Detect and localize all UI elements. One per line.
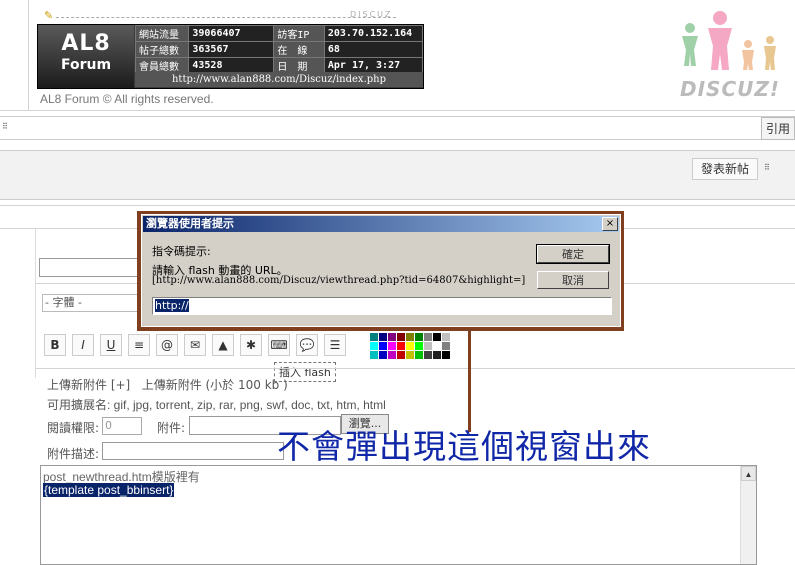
stat-value: 39066407 (188, 25, 275, 42)
read-permission-input[interactable]: 0 (102, 417, 142, 435)
color-swatch[interactable] (424, 342, 432, 350)
divider (56, 17, 396, 18)
list-button[interactable]: ☰ (324, 334, 346, 356)
attachment-label: 附件: (157, 421, 186, 435)
quote-button[interactable]: 引用 (760, 117, 795, 140)
email-button[interactable]: ✉ (184, 334, 206, 356)
color-swatch[interactable] (415, 342, 423, 350)
color-swatch[interactable] (379, 333, 387, 341)
color-swatch[interactable] (433, 342, 441, 350)
color-swatch[interactable] (397, 333, 405, 341)
prompt-source: [http://www.alan888.com/Discuz/viewthrea… (152, 275, 526, 286)
stats-row: 網站流量 39066407 訪客IP 203.70.152.164 (134, 25, 424, 42)
pencil-icon: ✎ (44, 9, 54, 22)
message-line-selected: {template post_bbinsert} (43, 483, 175, 497)
color-swatch[interactable] (442, 342, 450, 350)
quote-insert-button[interactable]: 💬 (296, 334, 318, 356)
divider (0, 110, 795, 111)
dialog-title: 瀏覽器使用者提示 (143, 216, 619, 232)
annotation-arrow (468, 327, 471, 432)
extensions-text: 可用擴展名: gif, jpg, torrent, zip, rar, png,… (47, 398, 386, 412)
scroll-up-icon[interactable]: ▲ (741, 466, 756, 481)
attachment-desc-input[interactable] (102, 442, 284, 460)
thread-bar (0, 116, 795, 140)
divider (28, 0, 29, 110)
color-swatch[interactable] (442, 351, 450, 359)
color-swatch[interactable] (379, 342, 387, 350)
color-swatch[interactable] (415, 333, 423, 341)
cancel-button[interactable]: 取消 (537, 271, 609, 289)
subject-input[interactable] (39, 258, 141, 277)
stat-value: 68 (323, 41, 424, 58)
color-swatch[interactable] (433, 351, 441, 359)
color-swatch[interactable] (424, 351, 432, 359)
color-swatch[interactable] (442, 333, 450, 341)
new-post-button[interactable]: 發表新帖 (692, 158, 758, 180)
divider (35, 368, 795, 369)
prompt-heading: 指令碼提示: (152, 245, 211, 258)
stats-row: 帖子總數 363567 在 線 68 (134, 41, 424, 58)
attachment-desc-label: 附件描述: (47, 447, 100, 461)
read-permission-label: 閱讀權限: (47, 421, 100, 435)
discuz-logo-text: DISCUZ! (680, 77, 780, 101)
flash-button[interactable]: ✱ (240, 334, 262, 356)
color-swatch[interactable] (388, 342, 396, 350)
color-swatch[interactable] (379, 351, 387, 359)
upload-hint: 上傳新附件 (小於 100 kb ) (141, 378, 288, 392)
banner-url[interactable]: http://www.alan888.com/Discuz/index.php (135, 72, 423, 87)
copyright-text: AL8 Forum © All rights reserved. (40, 92, 214, 106)
stat-label: 在 線 (273, 41, 325, 58)
annotation-caption: 不會彈出現這個視窗出來 (277, 427, 651, 466)
scrollbar[interactable]: ▲ (740, 466, 756, 564)
color-swatch[interactable] (370, 342, 378, 350)
align-button[interactable]: ≡ (128, 334, 150, 356)
link-button[interactable]: @ (156, 334, 178, 356)
url-input-value: http:// (155, 299, 189, 312)
color-swatch[interactable] (406, 333, 414, 341)
color-swatch[interactable] (388, 351, 396, 359)
stats-table: 網站流量 39066407 訪客IP 203.70.152.164 帖子總數 3… (134, 25, 424, 74)
italic-button[interactable]: I (72, 334, 94, 356)
underline-button[interactable]: U (100, 334, 122, 356)
url-input[interactable]: http:// (152, 297, 612, 315)
message-textarea[interactable]: post_newthread.htm模版裡有 {template post_bb… (40, 465, 757, 565)
color-swatch[interactable] (397, 351, 405, 359)
logo-line2: Forum (60, 57, 112, 73)
prompt-dialog: 瀏覽器使用者提示 × 指令碼提示: 請輸入 flash 動畫的 URL。 [ht… (141, 214, 621, 327)
grip-icon[interactable]: ⠿ (764, 164, 772, 172)
color-swatch[interactable] (370, 351, 378, 359)
font-select[interactable]: - 字體 - (42, 294, 142, 312)
color-swatch[interactable] (415, 351, 423, 359)
color-swatch[interactable] (424, 333, 432, 341)
brand-small-text: DISCUZ (350, 10, 393, 19)
stat-value: 203.70.152.164 (323, 25, 424, 42)
ok-button[interactable]: 確定 (536, 244, 610, 264)
color-swatch[interactable] (406, 342, 414, 350)
upload-new-link[interactable]: 上傳新附件 [+] (47, 378, 130, 392)
color-swatch[interactable] (388, 333, 396, 341)
divider (0, 205, 795, 206)
color-palette[interactable] (370, 333, 450, 359)
al8-logo: AL8 Forum (38, 25, 134, 88)
forum-banner[interactable]: AL8 Forum 網站流量 39066407 訪客IP 203.70.152.… (37, 24, 424, 89)
grip-icon[interactable]: ⠿ (2, 123, 10, 131)
image-button[interactable]: ▲ (212, 334, 234, 356)
stat-label: 網站流量 (134, 25, 190, 42)
color-swatch[interactable] (406, 351, 414, 359)
close-icon[interactable]: × (602, 217, 618, 231)
bold-button[interactable]: B (44, 334, 66, 356)
stat-label: 訪客IP (273, 25, 325, 42)
stat-value: 363567 (188, 41, 275, 58)
color-swatch[interactable] (370, 333, 378, 341)
color-swatch[interactable] (433, 333, 441, 341)
logo-line1: AL8 (61, 31, 111, 56)
upload-links: 上傳新附件 [+] 上傳新附件 (小於 100 kb ) (47, 376, 288, 393)
code-button[interactable]: ⌨ (268, 334, 290, 356)
color-swatch[interactable] (397, 342, 405, 350)
stat-label: 帖子總數 (134, 41, 190, 58)
toolbar-band (0, 150, 795, 200)
